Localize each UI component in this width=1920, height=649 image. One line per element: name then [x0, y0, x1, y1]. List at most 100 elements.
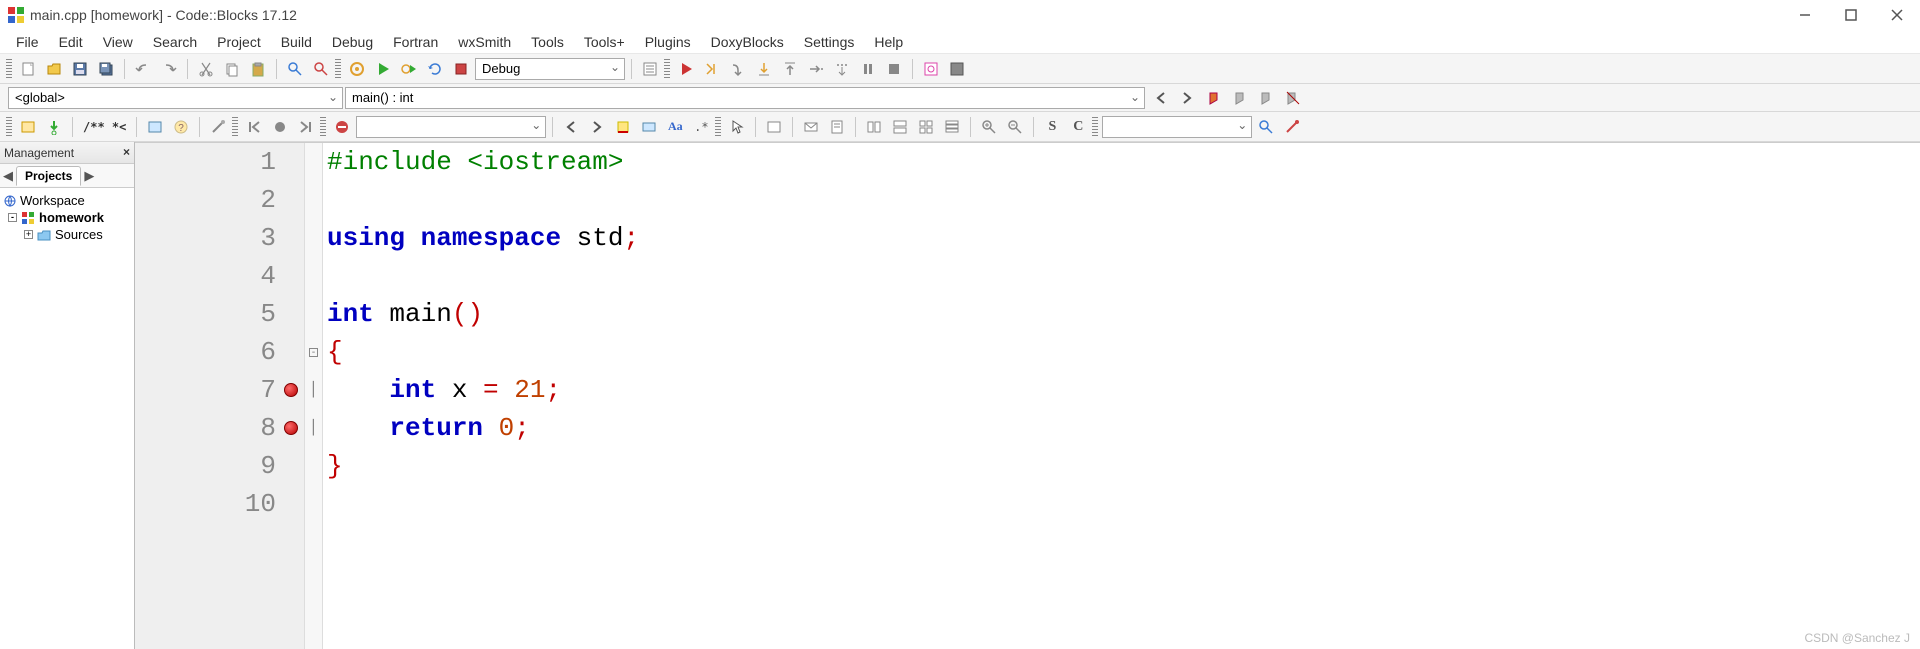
hl-text-button[interactable]: Aa: [663, 115, 687, 139]
paste-button[interactable]: [246, 57, 270, 81]
hl-next-button[interactable]: [585, 115, 609, 139]
search-go-button[interactable]: [1254, 115, 1278, 139]
nav-forward-button[interactable]: [1175, 86, 1199, 110]
rebuild-button[interactable]: [423, 57, 447, 81]
menu-wxsmith[interactable]: wxSmith: [448, 32, 521, 52]
code-line[interactable]: }: [323, 447, 1920, 485]
build-button[interactable]: [345, 57, 369, 81]
menu-project[interactable]: Project: [207, 32, 271, 52]
line-number[interactable]: 5: [135, 295, 304, 333]
doxy-wizard-button[interactable]: [16, 115, 40, 139]
code-line[interactable]: using namespace std;: [323, 219, 1920, 257]
run-button[interactable]: [371, 57, 395, 81]
code-line[interactable]: [323, 257, 1920, 295]
build-target-select[interactable]: Debug: [475, 58, 625, 80]
zoom-in-button[interactable]: [977, 115, 1001, 139]
menu-edit[interactable]: Edit: [49, 32, 93, 52]
show-targets-button[interactable]: [638, 57, 662, 81]
line-number[interactable]: 8: [135, 409, 304, 447]
nav-back-button[interactable]: [1149, 86, 1173, 110]
next-line-button[interactable]: [726, 57, 750, 81]
select-arrow-button[interactable]: [725, 115, 749, 139]
bookmark-clear-button[interactable]: [1281, 86, 1305, 110]
function-select[interactable]: main() : int: [345, 87, 1145, 109]
c-button[interactable]: C: [1066, 115, 1090, 139]
toolbar-grip[interactable]: [715, 117, 721, 137]
layout-v2-button[interactable]: [888, 115, 912, 139]
bookmark-next-button[interactable]: [1255, 86, 1279, 110]
menu-search[interactable]: Search: [143, 32, 207, 52]
close-button[interactable]: [1874, 0, 1920, 30]
code-line[interactable]: [323, 485, 1920, 523]
hl-regex-button[interactable]: .*: [689, 115, 713, 139]
doxy-extract-button[interactable]: [42, 115, 66, 139]
toolbar-grip[interactable]: [1092, 117, 1098, 137]
toolbar-grip[interactable]: [6, 59, 12, 79]
search-options-button[interactable]: [1280, 115, 1304, 139]
line-number[interactable]: 10: [135, 485, 304, 523]
jump-record-button[interactable]: [268, 115, 292, 139]
menu-doxyblocks[interactable]: DoxyBlocks: [701, 32, 794, 52]
line-number[interactable]: 3: [135, 219, 304, 257]
plugin-select[interactable]: [356, 116, 546, 138]
build-run-button[interactable]: [397, 57, 421, 81]
code-area[interactable]: #include <iostream> using namespace std; i…: [323, 143, 1920, 649]
toolbar-grip[interactable]: [232, 117, 238, 137]
copy-button[interactable]: [220, 57, 244, 81]
redo-button[interactable]: [157, 57, 181, 81]
scope-select[interactable]: <global>: [8, 87, 343, 109]
layout-doc-button[interactable]: [825, 115, 849, 139]
abort-button[interactable]: [449, 57, 473, 81]
tree-workspace[interactable]: Workspace: [2, 192, 132, 209]
cut-button[interactable]: [194, 57, 218, 81]
layout-h2-button[interactable]: [862, 115, 886, 139]
bookmark-prev-button[interactable]: [1229, 86, 1253, 110]
line-number[interactable]: 2: [135, 181, 304, 219]
code-line[interactable]: [323, 181, 1920, 219]
line-number[interactable]: 6: [135, 333, 304, 371]
hl-prev-button[interactable]: [559, 115, 583, 139]
toolbar-grip[interactable]: [335, 59, 341, 79]
jump-forward-button[interactable]: [294, 115, 318, 139]
find-button[interactable]: [283, 57, 307, 81]
save-button[interactable]: [68, 57, 92, 81]
doxy-block-comment-button[interactable]: /** *<: [79, 115, 130, 139]
break-button[interactable]: [856, 57, 880, 81]
minimize-button[interactable]: [1782, 0, 1828, 30]
code-line[interactable]: {: [323, 333, 1920, 371]
tree-expand-icon[interactable]: +: [24, 230, 33, 239]
tabs-right-arrow[interactable]: ▶: [81, 168, 97, 184]
s-button[interactable]: S: [1040, 115, 1064, 139]
line-number[interactable]: 7: [135, 371, 304, 409]
layout-single-button[interactable]: [762, 115, 786, 139]
line-number[interactable]: 4: [135, 257, 304, 295]
jump-back-button[interactable]: [242, 115, 266, 139]
new-file-button[interactable]: [16, 57, 40, 81]
menu-tools[interactable]: Tools: [521, 32, 574, 52]
menu-view[interactable]: View: [93, 32, 143, 52]
code-line[interactable]: int main(): [323, 295, 1920, 333]
stop-debug-button[interactable]: [882, 57, 906, 81]
bookmark-toggle-button[interactable]: [1203, 86, 1227, 110]
menu-help[interactable]: Help: [864, 32, 913, 52]
code-line[interactable]: return 0;: [323, 409, 1920, 447]
undo-button[interactable]: [131, 57, 155, 81]
code-editor[interactable]: 12345678910 -││ #include <iostream>using…: [135, 142, 1920, 649]
breakpoint-icon[interactable]: [284, 383, 298, 397]
open-file-button[interactable]: [42, 57, 66, 81]
fold-marker[interactable]: -: [305, 333, 322, 371]
menu-tools-[interactable]: Tools+: [574, 32, 635, 52]
doxy-chm-button[interactable]: ?: [169, 115, 193, 139]
tree-sources[interactable]: + Sources: [2, 226, 132, 243]
tabs-left-arrow[interactable]: ◀: [0, 168, 16, 184]
code-line[interactable]: #include <iostream>: [323, 143, 1920, 181]
replace-button[interactable]: [309, 57, 333, 81]
run-to-cursor-button[interactable]: [700, 57, 724, 81]
tree-project[interactable]: - homework: [2, 209, 132, 226]
save-all-button[interactable]: [94, 57, 118, 81]
layout-mail-button[interactable]: [799, 115, 823, 139]
tab-projects[interactable]: Projects: [16, 166, 81, 186]
code-line[interactable]: int x = 21;: [323, 371, 1920, 409]
line-number[interactable]: 9: [135, 447, 304, 485]
next-instr-button[interactable]: [804, 57, 828, 81]
